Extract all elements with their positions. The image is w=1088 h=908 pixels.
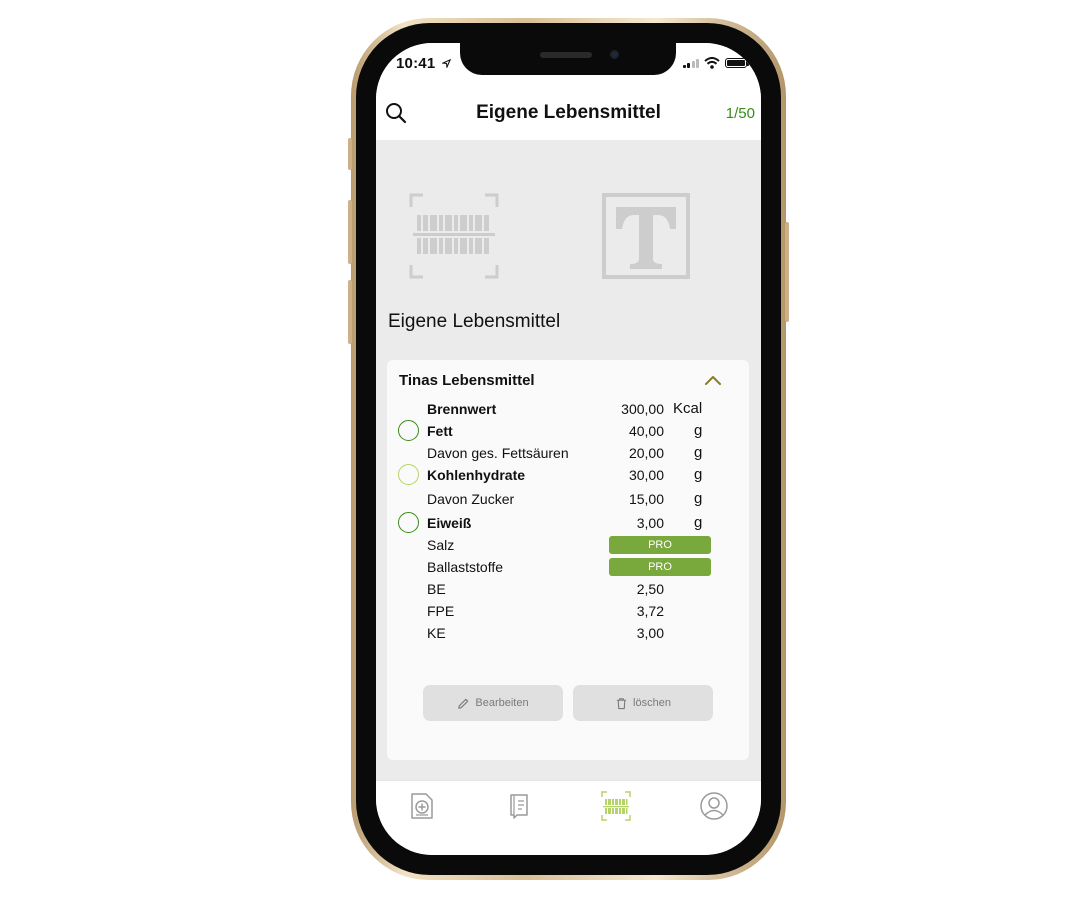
food-name: Tinas Lebensmittel	[399, 372, 535, 389]
nutrient-label: KE	[427, 625, 446, 641]
tab-bar	[376, 780, 761, 855]
nutrient-label: Fett	[427, 423, 453, 439]
nutrient-unit: g	[694, 490, 703, 507]
status-time: 10:41	[396, 55, 451, 72]
nutrient-label: Eiweiß	[427, 515, 472, 531]
nutrient-row-fpe: FPE 3,72	[387, 600, 749, 622]
nutrient-row-ke: KE 3,00	[387, 622, 749, 644]
trash-icon	[616, 697, 627, 709]
front-camera	[610, 50, 619, 59]
add-document-icon[interactable]	[407, 791, 437, 821]
power-button	[785, 222, 789, 322]
volume-up-button	[348, 200, 352, 264]
nutrient-row-ballaststoffe: Ballaststoffe PRO	[387, 556, 749, 578]
pro-badge[interactable]: PRO	[609, 558, 711, 576]
notch	[460, 43, 676, 75]
nutrient-label: BE	[427, 581, 446, 597]
nutrient-value: 2,50	[636, 581, 664, 597]
nutrient-row-brennwert: Brennwert 300,00 Kcal	[387, 398, 749, 420]
nutrient-unit: g	[694, 444, 703, 461]
nutrient-row-be: BE 2,50	[387, 578, 749, 600]
page-title: Eigene Lebensmittel	[476, 102, 661, 123]
nutrient-label: Ballaststoffe	[427, 559, 504, 575]
nutrient-value: 20,00	[628, 445, 664, 461]
nutrient-unit: Kcal	[673, 400, 703, 417]
section-title: Eigene Lebensmittel	[388, 311, 561, 332]
fat-indicator-ring	[398, 420, 419, 441]
diary-icon[interactable]	[504, 791, 534, 821]
nutrient-label: FPE	[427, 603, 455, 619]
edit-button[interactable]: Bearbeiten	[423, 685, 563, 721]
barcode-icon[interactable]	[601, 791, 631, 821]
nutrient-label: Davon Zucker	[427, 491, 515, 507]
food-card: Tinas Lebensmittel Brennwert 300,00 Kcal…	[387, 360, 749, 760]
volume-down-button	[348, 280, 352, 344]
nutrient-label: Salz	[427, 537, 455, 553]
delete-button[interactable]: löschen	[573, 685, 713, 721]
speaker	[540, 52, 592, 58]
nutrient-value: 30,00	[628, 467, 664, 483]
pro-badge[interactable]: PRO	[609, 536, 711, 554]
nutrient-value: 3,72	[636, 603, 664, 619]
silent-switch	[348, 138, 352, 170]
nutrient-unit: g	[694, 466, 703, 483]
phone-screen: 10:41 Eigene Lebensmittel 1/50 Eigene Le…	[376, 43, 761, 855]
battery-icon	[725, 58, 749, 68]
edit-button-label: Bearbeiten	[475, 697, 529, 709]
nutrient-row-salz: Salz PRO	[387, 534, 749, 556]
nutrient-label: Davon ges. Fettsäuren	[427, 445, 569, 461]
nutrient-unit: g	[694, 514, 703, 531]
wifi-icon	[704, 57, 720, 69]
location-arrow-icon	[440, 58, 451, 70]
nutrient-row-eiweiss: Eiweiß 3,00 g	[387, 512, 749, 534]
protein-indicator-ring	[398, 512, 419, 533]
nutrient-unit: g	[694, 422, 703, 439]
carbs-indicator-ring	[398, 464, 419, 485]
profile-icon[interactable]	[699, 791, 729, 821]
nutrient-label: Kohlenhydrate	[427, 467, 526, 483]
nutrient-row-fettsaeuren: Davon ges. Fettsäuren 20,00 g	[387, 442, 749, 464]
nutrient-value: 40,00	[628, 423, 664, 439]
delete-button-label: löschen	[633, 697, 671, 709]
pencil-icon	[458, 698, 469, 709]
nutrient-row-fett: Fett 40,00 g	[387, 420, 749, 442]
nutrient-value: 3,00	[636, 515, 664, 531]
nutrient-value: 15,00	[628, 491, 664, 507]
item-counter: 1/50	[725, 105, 755, 122]
nutrient-row-zucker: Davon Zucker 15,00 g	[387, 488, 749, 510]
nutrient-value: 300,00	[621, 401, 664, 417]
status-icons	[682, 57, 749, 69]
nutrient-row-kohlenhydrate: Kohlenhydrate 30,00 g	[387, 464, 749, 486]
chevron-up-icon[interactable]	[702, 372, 724, 388]
nutrient-value: 3,00	[636, 625, 664, 641]
nutrient-label: Brennwert	[427, 401, 497, 417]
barcode-scan-icon[interactable]	[409, 193, 499, 279]
text-input-icon[interactable]	[602, 193, 690, 279]
cell-signal-icon	[682, 58, 699, 68]
nav-bar: Eigene Lebensmittel 1/50	[376, 85, 761, 140]
